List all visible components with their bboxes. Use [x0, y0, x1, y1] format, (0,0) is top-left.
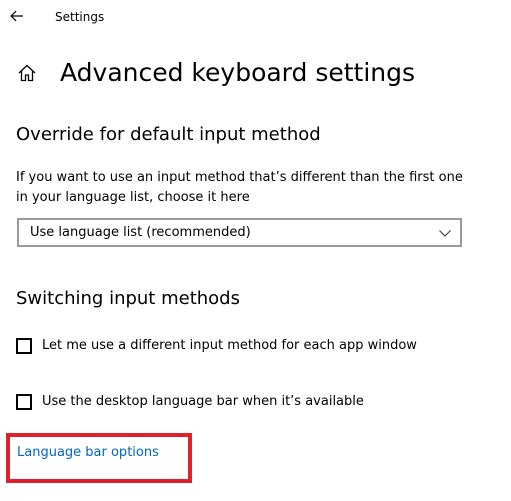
dropdown-selected-value: Use language list (recommended) [30, 225, 251, 240]
page-title: Advanced keyboard settings [60, 58, 416, 87]
arrow-left-icon [10, 10, 23, 22]
back-button[interactable] [6, 5, 28, 27]
title-bar: Settings [0, 0, 511, 32]
override-description: If you want to use an input method that’… [16, 170, 463, 205]
chevron-down-icon [439, 230, 451, 237]
checkbox-box[interactable] [16, 394, 32, 410]
home-icon [18, 64, 36, 82]
app-title: Settings [55, 10, 105, 24]
settings-window: Settings Advanced keyboard settings Over… [0, 0, 511, 501]
input-method-dropdown[interactable]: Use language list (recommended) [17, 218, 462, 247]
section-title-override: Override for default input method [16, 124, 321, 145]
section-title-switching: Switching input methods [16, 288, 240, 309]
checkbox-label: Let me use a different input method for … [42, 338, 417, 353]
home-button[interactable] [15, 61, 39, 85]
checkbox-label: Use the desktop language bar when it’s a… [42, 394, 364, 409]
checkbox-box[interactable] [16, 338, 32, 354]
checkbox-per-app-input-method[interactable]: Let me use a different input method for … [16, 334, 417, 358]
checkbox-desktop-language-bar[interactable]: Use the desktop language bar when it’s a… [16, 390, 364, 414]
language-bar-options-link[interactable]: Language bar options [17, 444, 159, 462]
